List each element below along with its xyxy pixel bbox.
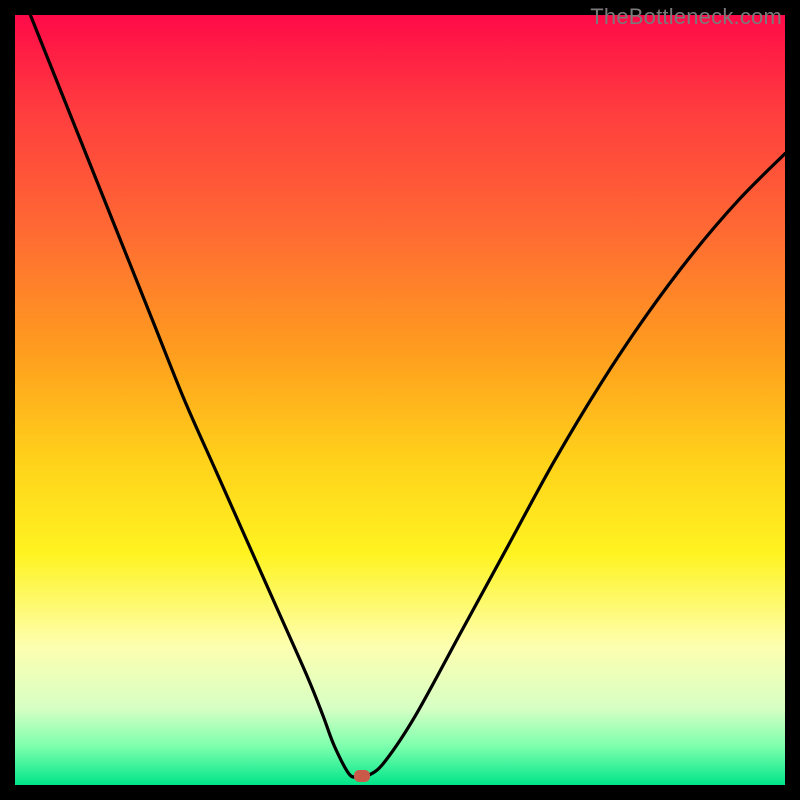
chart-frame xyxy=(0,0,800,800)
watermark-text: TheBottleneck.com xyxy=(590,4,782,30)
